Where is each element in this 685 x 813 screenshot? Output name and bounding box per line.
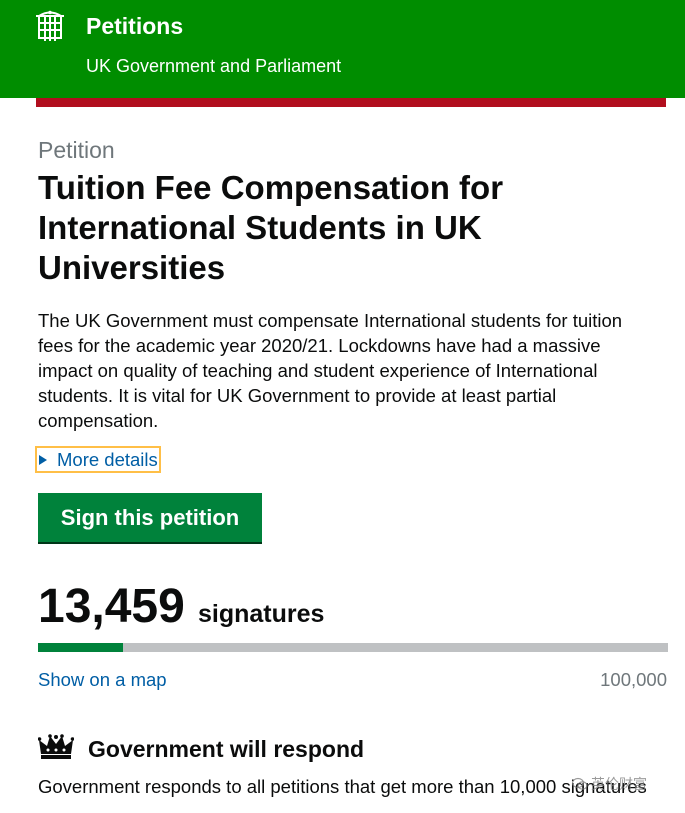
signature-progress-fill [38,643,123,652]
wechat-icon [572,777,588,790]
header-accent-bar [36,98,666,107]
site-header: Petitions UK Government and Parliament [0,0,685,98]
signature-label: signatures [198,600,325,628]
watermark: 英伦财富 [572,774,647,794]
petition-title: Tuition Fee Compensation for Internation… [38,169,504,286]
triangle-right-icon [39,454,47,465]
government-respond-heading: Government will respond [88,736,365,762]
more-details-toggle[interactable]: More details [35,446,161,473]
crown-icon [38,734,74,759]
petition-summary: The UK Government must compensate Intern… [38,310,623,431]
sign-petition-button[interactable]: Sign this petition [38,493,262,542]
more-details-label: More details [57,448,158,470]
signature-threshold: 100,000 [600,669,667,690]
signature-count: 13,459 [38,580,185,633]
site-subtitle: UK Government and Parliament [86,56,342,76]
portcullis-icon [36,10,64,41]
show-on-map-link[interactable]: Show on a map [38,669,167,691]
site-title[interactable]: Petitions [86,12,183,40]
watermark-text: 英伦财富 [591,776,647,792]
page-caption: Petition [38,137,115,163]
signature-progress-bar [38,643,668,652]
government-respond-text: Government responds to all petitions tha… [38,776,647,797]
